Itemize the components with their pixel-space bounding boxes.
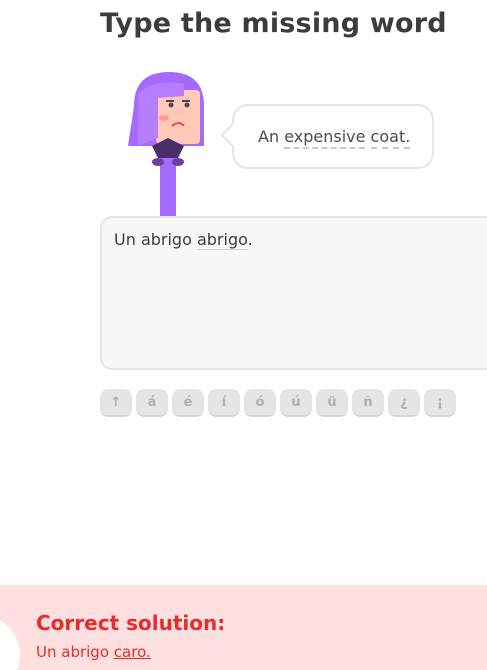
- solution-prefix: Un abrigo: [36, 643, 110, 661]
- challenge-screen: Type the missing word An expensive coat.…: [0, 0, 487, 670]
- answer-sentence: Un abrigo abrigo.: [114, 230, 253, 250]
- prompt-hint-word[interactable]: expensive: [284, 127, 366, 149]
- char-key-inverted-exclamation[interactable]: ¡: [424, 389, 456, 417]
- answer-prefix: Un abrigo: [114, 230, 192, 249]
- shift-key[interactable]: ↑: [100, 389, 132, 417]
- special-character-keyboard: ↑ á é í ó ú ü ñ ¿ ¡: [100, 389, 456, 417]
- char-key-n-tilde[interactable]: ñ: [352, 389, 384, 417]
- character-illustration: [124, 68, 214, 216]
- prompt-sentence: An expensive coat.: [258, 127, 411, 149]
- char-key-a-acute[interactable]: á: [136, 389, 168, 417]
- char-key-e-acute[interactable]: é: [172, 389, 204, 417]
- answer-typed-word[interactable]: abrigo: [196, 230, 248, 250]
- feedback-title: Correct solution:: [36, 611, 226, 635]
- char-key-inverted-question[interactable]: ¿: [388, 389, 420, 417]
- answer-input[interactable]: Un abrigo abrigo.: [100, 216, 487, 370]
- solution-word: caro.: [113, 643, 151, 661]
- answer-suffix: .: [247, 230, 253, 249]
- speech-bubble-tail: [220, 122, 246, 148]
- challenge-title: Type the missing word: [100, 8, 447, 39]
- prompt-word[interactable]: An: [258, 127, 279, 146]
- char-key-u-acute[interactable]: ú: [280, 389, 312, 417]
- feedback-icon-circle: [0, 615, 20, 670]
- speech-bubble: An expensive coat.: [220, 104, 434, 169]
- char-key-o-acute[interactable]: ó: [244, 389, 276, 417]
- prompt-hint-word[interactable]: coat.: [370, 127, 411, 149]
- char-key-u-umlaut[interactable]: ü: [316, 389, 348, 417]
- char-key-i-acute[interactable]: í: [208, 389, 240, 417]
- feedback-solution: Un abrigo caro.: [36, 643, 151, 661]
- feedback-banner: Correct solution: Un abrigo caro.: [0, 585, 487, 670]
